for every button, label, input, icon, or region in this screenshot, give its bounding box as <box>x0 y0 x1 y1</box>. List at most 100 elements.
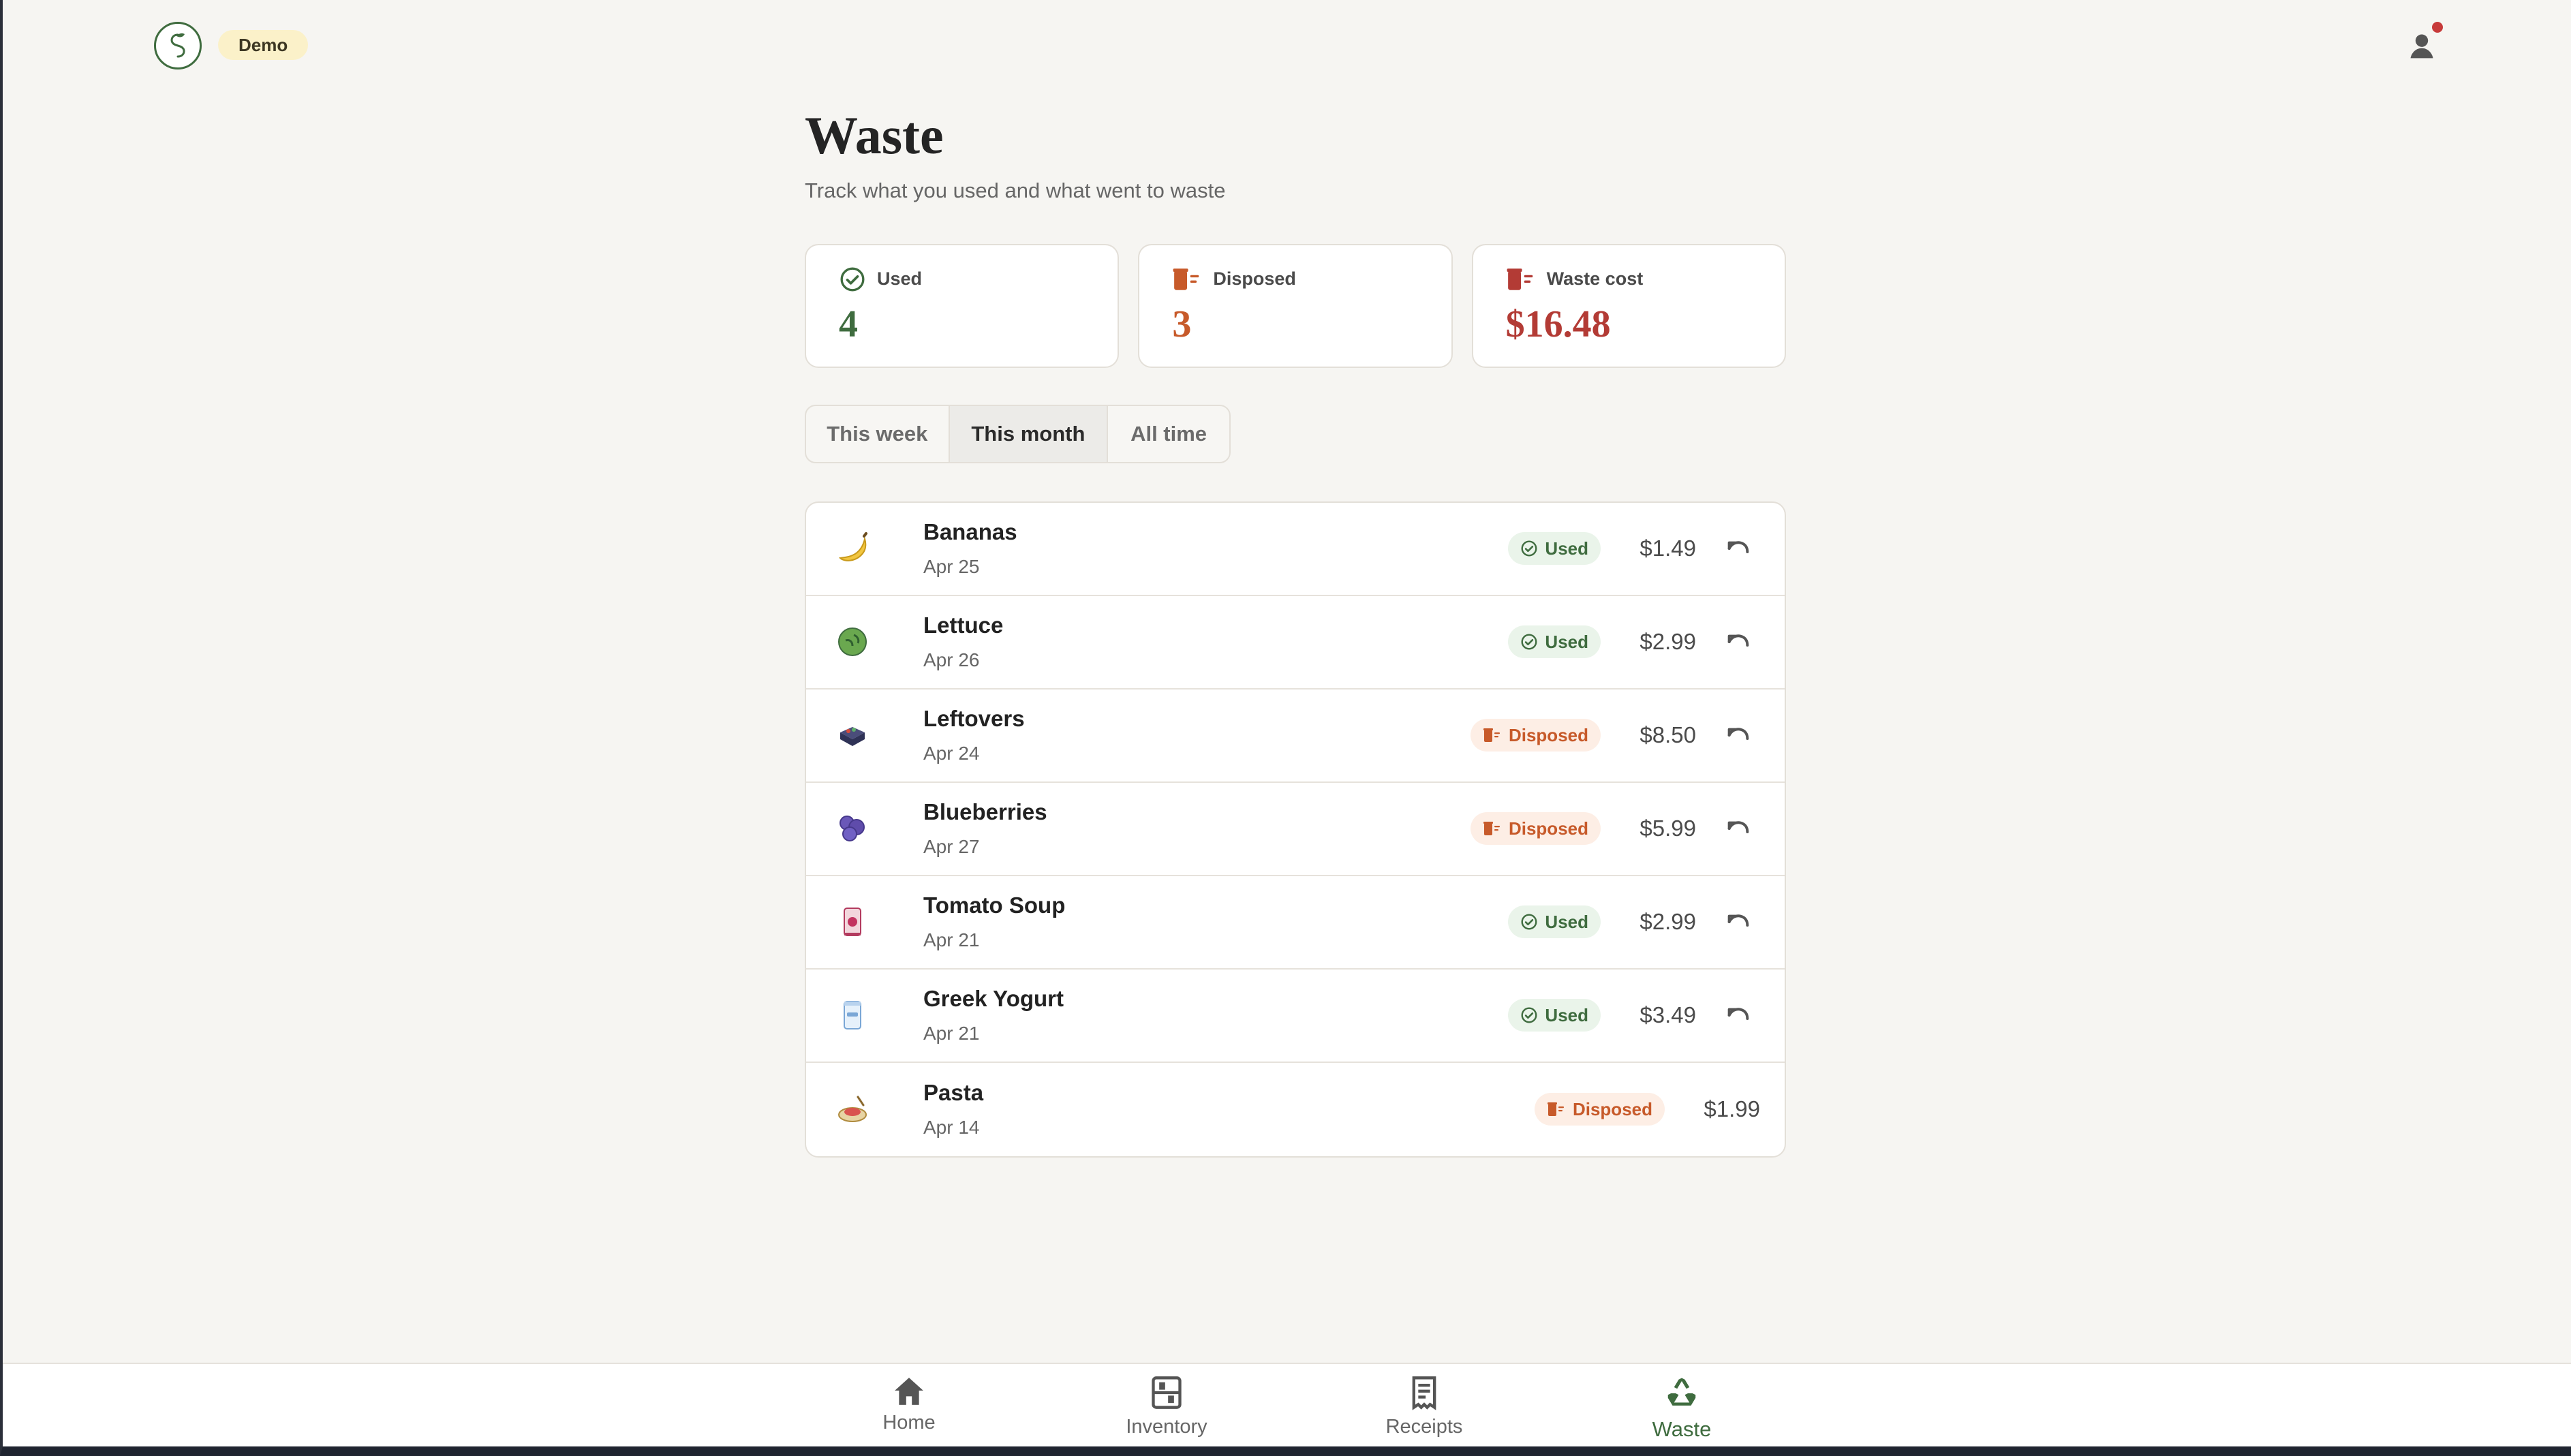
tab-this-week[interactable]: This week <box>806 405 950 462</box>
check-circle-icon <box>1521 1007 1537 1023</box>
status-badge: Disposed <box>1534 1093 1665 1126</box>
leftovers-icon <box>831 713 874 757</box>
item-date: Apr 25 <box>923 556 980 578</box>
check-circle-icon <box>1521 634 1537 650</box>
status-badge: Disposed <box>1470 719 1601 752</box>
status-badge: Used <box>1508 905 1601 939</box>
status-label: Disposed <box>1508 724 1588 745</box>
pasta-icon <box>831 1087 874 1131</box>
page-subtitle: Track what you used and what went to was… <box>805 178 1226 202</box>
tomato-soup-icon <box>831 900 874 944</box>
list-item: Pasta Apr 14 Disposed $1.99 <box>806 1063 1785 1156</box>
stat-used-card: Used 4 <box>805 243 1120 368</box>
trash-icon <box>1483 822 1500 836</box>
status-label: Used <box>1545 911 1588 932</box>
check-circle-icon <box>1521 914 1537 930</box>
item-price: $1.49 <box>1639 536 1696 561</box>
list-item: Lettuce Apr 26 Used $2.99 <box>806 596 1785 690</box>
page-title: Waste <box>805 106 944 165</box>
item-price: $3.49 <box>1639 1002 1696 1028</box>
home-icon <box>895 1378 923 1405</box>
trash-icon <box>1547 1102 1564 1117</box>
status-label: Used <box>1545 1004 1588 1025</box>
check-circle-icon <box>840 267 865 292</box>
undo-button[interactable] <box>1716 713 1760 757</box>
stats-row: Used 4 Disposed 3 Waste cost $16.48 <box>805 243 1786 368</box>
list-item: Greek Yogurt Apr 21 Used $3.49 <box>806 970 1785 1063</box>
list-item: Leftovers Apr 24 Disposed $8.50 <box>806 690 1785 783</box>
item-date: Apr 24 <box>923 743 980 764</box>
nav-inventory[interactable]: Inventory <box>1092 1375 1242 1438</box>
notification-dot <box>2432 22 2443 33</box>
tab-all-time[interactable]: All time <box>1108 406 1229 462</box>
stat-label: Disposed <box>1213 268 1296 290</box>
app-viewport: Demo Waste Track what you used and what … <box>0 0 2571 1456</box>
item-name: Leftovers <box>923 706 1025 732</box>
undo-button[interactable] <box>1716 527 1760 570</box>
trash-icon <box>1483 728 1500 743</box>
seed-logo-icon[interactable] <box>154 22 202 69</box>
nav-label: Home <box>882 1412 936 1434</box>
undo-button[interactable] <box>1716 993 1760 1037</box>
nav-home[interactable]: Home <box>834 1375 984 1434</box>
undo-icon <box>1727 728 1749 741</box>
status-label: Used <box>1545 631 1588 652</box>
top-bar: Demo <box>3 0 2571 90</box>
undo-icon <box>1727 914 1749 927</box>
stat-value: $16.48 <box>1505 303 1611 345</box>
stat-disposed-card: Disposed 3 <box>1138 243 1453 368</box>
inventory-icon <box>1152 1376 1182 1409</box>
item-name: Tomato Soup <box>923 893 1066 918</box>
undo-button[interactable] <box>1716 620 1760 664</box>
main-content: Waste Track what you used and what went … <box>805 108 1786 1158</box>
nav-waste[interactable]: Waste <box>1607 1375 1757 1442</box>
blueberries-icon <box>831 807 874 850</box>
user-icon <box>2410 34 2433 59</box>
stat-value: 3 <box>1172 303 1192 345</box>
item-date: Apr 21 <box>923 929 980 951</box>
profile-button[interactable] <box>2402 22 2443 65</box>
item-name: Bananas <box>923 519 1017 545</box>
list-item: Tomato Soup Apr 21 Used $2.99 <box>806 876 1785 970</box>
item-price: $8.50 <box>1639 722 1696 748</box>
banana-icon <box>831 527 874 570</box>
nav-label: Receipts <box>1385 1416 1463 1438</box>
trash-icon <box>1173 268 1199 290</box>
demo-badge: Demo <box>218 30 309 60</box>
nav-receipts[interactable]: Receipts <box>1349 1375 1499 1438</box>
check-circle-icon <box>1521 540 1537 557</box>
undo-icon <box>1727 821 1749 834</box>
item-date: Apr 27 <box>923 836 980 858</box>
undo-icon <box>1727 1008 1749 1021</box>
greek-yogurt-icon <box>831 993 874 1037</box>
stat-label: Used <box>877 268 923 290</box>
trash-icon <box>1507 268 1533 290</box>
undo-button[interactable] <box>1716 900 1760 944</box>
stat-label: Waste cost <box>1546 268 1644 290</box>
item-date: Apr 26 <box>923 649 980 671</box>
item-name: Greek Yogurt <box>923 986 1064 1012</box>
nav-label: Waste <box>1652 1417 1712 1441</box>
lettuce-icon <box>831 620 874 664</box>
bottom-navigation: Home Inventory Receipts Waste <box>3 1363 2571 1446</box>
list-item: Bananas Apr 25 Used $1.49 <box>806 503 1785 596</box>
status-badge: Disposed <box>1470 812 1601 846</box>
recycle-icon <box>1667 1378 1696 1406</box>
status-label: Disposed <box>1508 818 1588 839</box>
item-name: Pasta <box>923 1080 984 1106</box>
undo-button[interactable] <box>1716 807 1760 850</box>
period-tabs: This week This month All time <box>805 404 1231 463</box>
item-price: $5.99 <box>1639 816 1696 841</box>
tab-this-month[interactable]: This month <box>949 405 1109 462</box>
item-price: $2.99 <box>1639 909 1696 935</box>
waste-list: Bananas Apr 25 Used $1.49 Lettuce Apr 26… <box>805 501 1786 1158</box>
status-badge: Used <box>1508 625 1601 659</box>
stat-value: 4 <box>839 303 858 345</box>
nav-label: Inventory <box>1126 1416 1207 1438</box>
item-name: Lettuce <box>923 613 1004 638</box>
list-item: Blueberries Apr 27 Disposed $5.99 <box>806 783 1785 876</box>
status-label: Disposed <box>1572 1098 1652 1119</box>
item-price: $2.99 <box>1639 629 1696 655</box>
item-name: Blueberries <box>923 799 1047 825</box>
item-price: $1.99 <box>1704 1096 1760 1122</box>
